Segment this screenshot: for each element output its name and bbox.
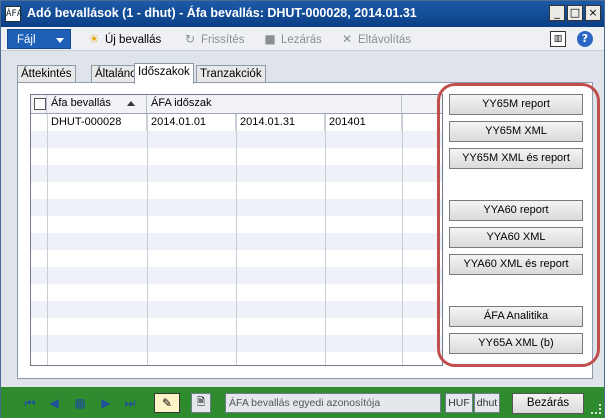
post-button[interactable]: ■ Lezárás xyxy=(263,31,322,47)
column-header-vat-return-label: Áfa bevallás xyxy=(51,97,111,109)
last-record-icon[interactable]: ⏭ xyxy=(123,396,137,410)
cell-period-start: 2014.01.01 xyxy=(147,114,236,131)
tab-transactions[interactable]: Tranzakciók xyxy=(196,65,266,83)
first-record-icon[interactable]: ⏮ xyxy=(23,396,37,410)
refresh-label: Frissítés xyxy=(201,34,245,46)
next-record-icon[interactable]: ▶ xyxy=(99,396,113,410)
grid-column-divider xyxy=(325,114,326,365)
yy65m-xml-button[interactable]: YY65M XML xyxy=(449,121,583,142)
file-menu-button[interactable]: Fájl xyxy=(7,29,71,49)
refresh-icon: ↻ xyxy=(184,32,196,46)
file-menu-label: Fájl xyxy=(17,34,36,46)
action-pane: Fájl ☀ Új bevallás ↻ Frissítés ■ Lezárás ✕ E… xyxy=(1,27,604,51)
previous-record-icon[interactable]: ◀ xyxy=(47,396,61,410)
yya60-xml-button[interactable]: YYA60 XML xyxy=(449,227,583,248)
grid-header: Áfa bevallás ÁFA időszak xyxy=(31,95,442,114)
lock-icon: ■ xyxy=(264,32,276,46)
column-header-vat-return[interactable]: Áfa bevallás xyxy=(47,95,147,113)
select-all-checkbox[interactable] xyxy=(34,98,46,110)
close-button[interactable]: Bezárás xyxy=(512,393,584,414)
window-title: Adó bevallások (1 - dhut) - Áfa bevallás… xyxy=(27,6,417,20)
cell-vat-return-id: DHUT-000028 xyxy=(47,114,147,131)
cell-period-end: 2014.01.31 xyxy=(236,114,325,131)
document-note-icon[interactable]: 🗎 xyxy=(191,393,211,413)
app-icon: ÁFA xyxy=(5,6,22,22)
title-bar: ÁFA Adó bevallások (1 - dhut) - Áfa beva… xyxy=(1,1,604,27)
grid-column-divider xyxy=(47,114,48,365)
new-return-button[interactable]: ☀ Új bevallás xyxy=(87,31,162,47)
sort-ascending-icon xyxy=(127,101,135,106)
new-icon: ☀ xyxy=(88,32,100,46)
grid-column-divider xyxy=(402,114,403,365)
vat-analytics-button[interactable]: ÁFA Analitika xyxy=(449,306,583,327)
tab-periods[interactable]: Időszakok xyxy=(134,63,194,84)
yya60-xml-and-report-button[interactable]: YYA60 XML és report xyxy=(449,254,583,275)
help-icon[interactable]: ? xyxy=(577,31,593,47)
yy65a-xml-b-button[interactable]: YY65A XML (b) xyxy=(449,333,583,354)
post-label: Lezárás xyxy=(281,34,322,46)
column-header-vat-period[interactable]: ÁFA időszak xyxy=(147,95,402,113)
yya60-report-button[interactable]: YYA60 report xyxy=(449,200,583,221)
remove-label: Eltávolítás xyxy=(358,34,412,46)
remove-button[interactable]: ✕ Eltávolítás xyxy=(340,31,411,47)
new-return-label: Új bevallás xyxy=(105,34,162,46)
currency-indicator: HUF xyxy=(445,393,473,413)
refresh-button[interactable]: ↻ Frissítés xyxy=(183,31,244,47)
chevron-down-icon xyxy=(56,38,64,43)
status-bar: ⏮ ◀ ▦ ▶ ⏭ ✎ 🗎 ÁFA bevallás egyedi azonos… xyxy=(1,387,604,418)
close-window-button[interactable]: × xyxy=(585,5,601,21)
yy65m-report-button[interactable]: YY65M report xyxy=(449,94,583,115)
company-indicator: dhut xyxy=(474,393,500,413)
maximize-button[interactable]: □ xyxy=(567,5,583,21)
layout-icon[interactable]: ▥ xyxy=(550,31,566,47)
cell-period-code: 201401 xyxy=(325,114,402,131)
remove-icon: ✕ xyxy=(341,32,353,46)
column-header-vat-period-label: ÁFA időszak xyxy=(151,97,212,109)
grid-column-divider xyxy=(147,114,148,365)
resize-grip[interactable] xyxy=(591,404,601,414)
window: ÁFA Adó bevallások (1 - dhut) - Áfa beva… xyxy=(0,0,605,418)
edit-mode-icon[interactable]: ✎ xyxy=(154,393,180,413)
minimize-button[interactable]: _ xyxy=(549,5,565,21)
field-description: ÁFA bevallás egyedi azonosítója xyxy=(225,393,441,413)
yy65m-xml-and-report-button[interactable]: YY65M XML és report xyxy=(449,148,583,169)
grid-column-divider xyxy=(236,114,237,365)
select-all-cell xyxy=(31,95,47,113)
tab-overview[interactable]: Áttekintés xyxy=(17,65,76,83)
grid-view-icon[interactable]: ▦ xyxy=(73,396,87,410)
periods-grid: Áfa bevallás ÁFA időszak DHUT-000028 201… xyxy=(30,94,443,366)
